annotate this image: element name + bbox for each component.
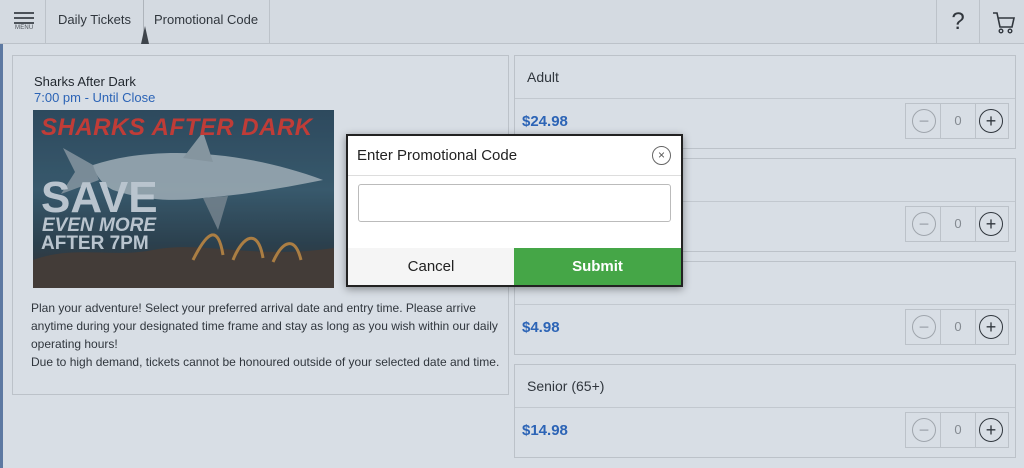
promo-code-input[interactable] <box>358 184 671 222</box>
cancel-button[interactable]: Cancel <box>348 248 514 285</box>
left-edge-accent <box>0 44 3 468</box>
close-icon[interactable]: × <box>652 146 671 165</box>
dialog-title: Enter Promotional Code <box>357 147 518 164</box>
submit-button[interactable]: Submit <box>514 248 681 285</box>
promo-code-dialog: Enter Promotional Code × Cancel Submit <box>346 134 683 287</box>
divider <box>348 175 681 176</box>
